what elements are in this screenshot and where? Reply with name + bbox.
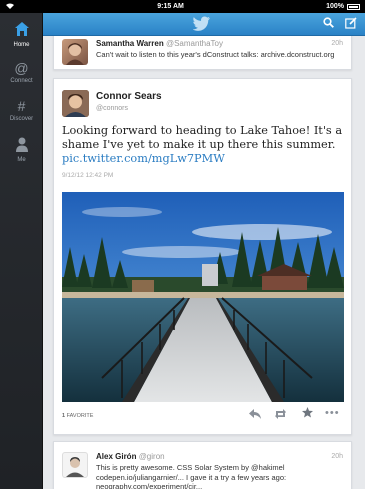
retweet-icon[interactable] bbox=[274, 408, 287, 422]
timeline-feed: Samantha Warren @SamanthaToy 20h Can't w… bbox=[43, 36, 365, 489]
tweet-author-handle: @giron bbox=[138, 452, 165, 461]
status-bar: 9:15 AM 100% bbox=[0, 0, 365, 13]
battery-percent: 100% bbox=[326, 3, 344, 10]
reply-icon[interactable] bbox=[249, 408, 261, 422]
tweet-author-name[interactable]: Connor Sears bbox=[96, 91, 162, 102]
favorite-count-label: FAVORITE bbox=[66, 413, 94, 419]
sidebar-item-me[interactable]: Me bbox=[0, 137, 43, 163]
favorite-star-icon[interactable] bbox=[302, 407, 313, 421]
sidebar-item-home[interactable]: Home bbox=[0, 21, 43, 48]
sidebar-item-label: Connect bbox=[10, 78, 33, 84]
home-icon bbox=[0, 21, 43, 40]
sidebar-item-label: Home bbox=[13, 42, 30, 48]
sidebar: Home @ Connect # Discover Me bbox=[0, 13, 43, 489]
top-bar bbox=[43, 13, 365, 36]
tweet-author-name[interactable]: Alex Girón bbox=[96, 452, 136, 461]
twitter-bird-logo bbox=[192, 16, 211, 36]
hashtag-icon: # bbox=[17, 98, 26, 114]
favorite-count-number: 1 bbox=[62, 413, 66, 419]
tweet-time: 20h bbox=[331, 40, 343, 47]
tweet-header: Alex Girón @giron bbox=[96, 452, 165, 461]
wifi-icon bbox=[5, 2, 15, 11]
tweet-card-expanded[interactable]: Connor Sears @connors Looking forward to… bbox=[53, 78, 352, 435]
sidebar-item-connect[interactable]: @ Connect bbox=[0, 60, 43, 84]
tweet-author-handle: @connors bbox=[96, 105, 129, 112]
tweet-photo-link[interactable]: pic.twitter.com/mgLw7PMW bbox=[62, 152, 225, 165]
tweet-text: This is pretty awesome. CSS Solar System… bbox=[96, 463, 287, 489]
sidebar-item-label: Discover bbox=[9, 116, 34, 122]
avatar[interactable] bbox=[62, 39, 88, 65]
favorite-count[interactable]: 1 FAVORITE bbox=[62, 413, 93, 419]
tweet-header: Samantha Warren @SamanthaToy bbox=[96, 39, 223, 48]
search-icon[interactable] bbox=[323, 17, 334, 32]
compose-icon[interactable] bbox=[345, 17, 357, 33]
tweet-text: Looking forward to heading to Lake Tahoe… bbox=[62, 124, 344, 166]
battery-icon bbox=[347, 3, 360, 10]
status-time: 9:15 AM bbox=[157, 3, 184, 10]
tweet-photo[interactable] bbox=[62, 192, 344, 402]
tweet-time: 20h bbox=[331, 453, 343, 460]
more-options-icon[interactable]: ••• bbox=[325, 407, 340, 419]
avatar[interactable] bbox=[62, 90, 89, 117]
tweet-card[interactable]: Alex Girón @giron 20h This is pretty awe… bbox=[53, 441, 352, 489]
tweet-author-name[interactable]: Samantha Warren bbox=[96, 39, 164, 48]
battery-indicator: 100% bbox=[326, 3, 360, 10]
sidebar-item-discover[interactable]: # Discover bbox=[0, 98, 43, 122]
tweet-text: Can't wait to listen to this year's dCon… bbox=[96, 50, 335, 59]
tweet-card[interactable]: Samantha Warren @SamanthaToy 20h Can't w… bbox=[53, 36, 352, 70]
tweet-author-handle: @SamanthaToy bbox=[165, 39, 224, 48]
tweet-text-body: Looking forward to heading to Lake Tahoe… bbox=[62, 124, 343, 151]
person-icon bbox=[0, 137, 43, 155]
avatar[interactable] bbox=[62, 452, 88, 478]
tweet-timestamp: 9/12/12 12:42 PM bbox=[62, 172, 114, 179]
sidebar-item-label: Me bbox=[17, 157, 26, 163]
at-icon: @ bbox=[14, 60, 29, 76]
